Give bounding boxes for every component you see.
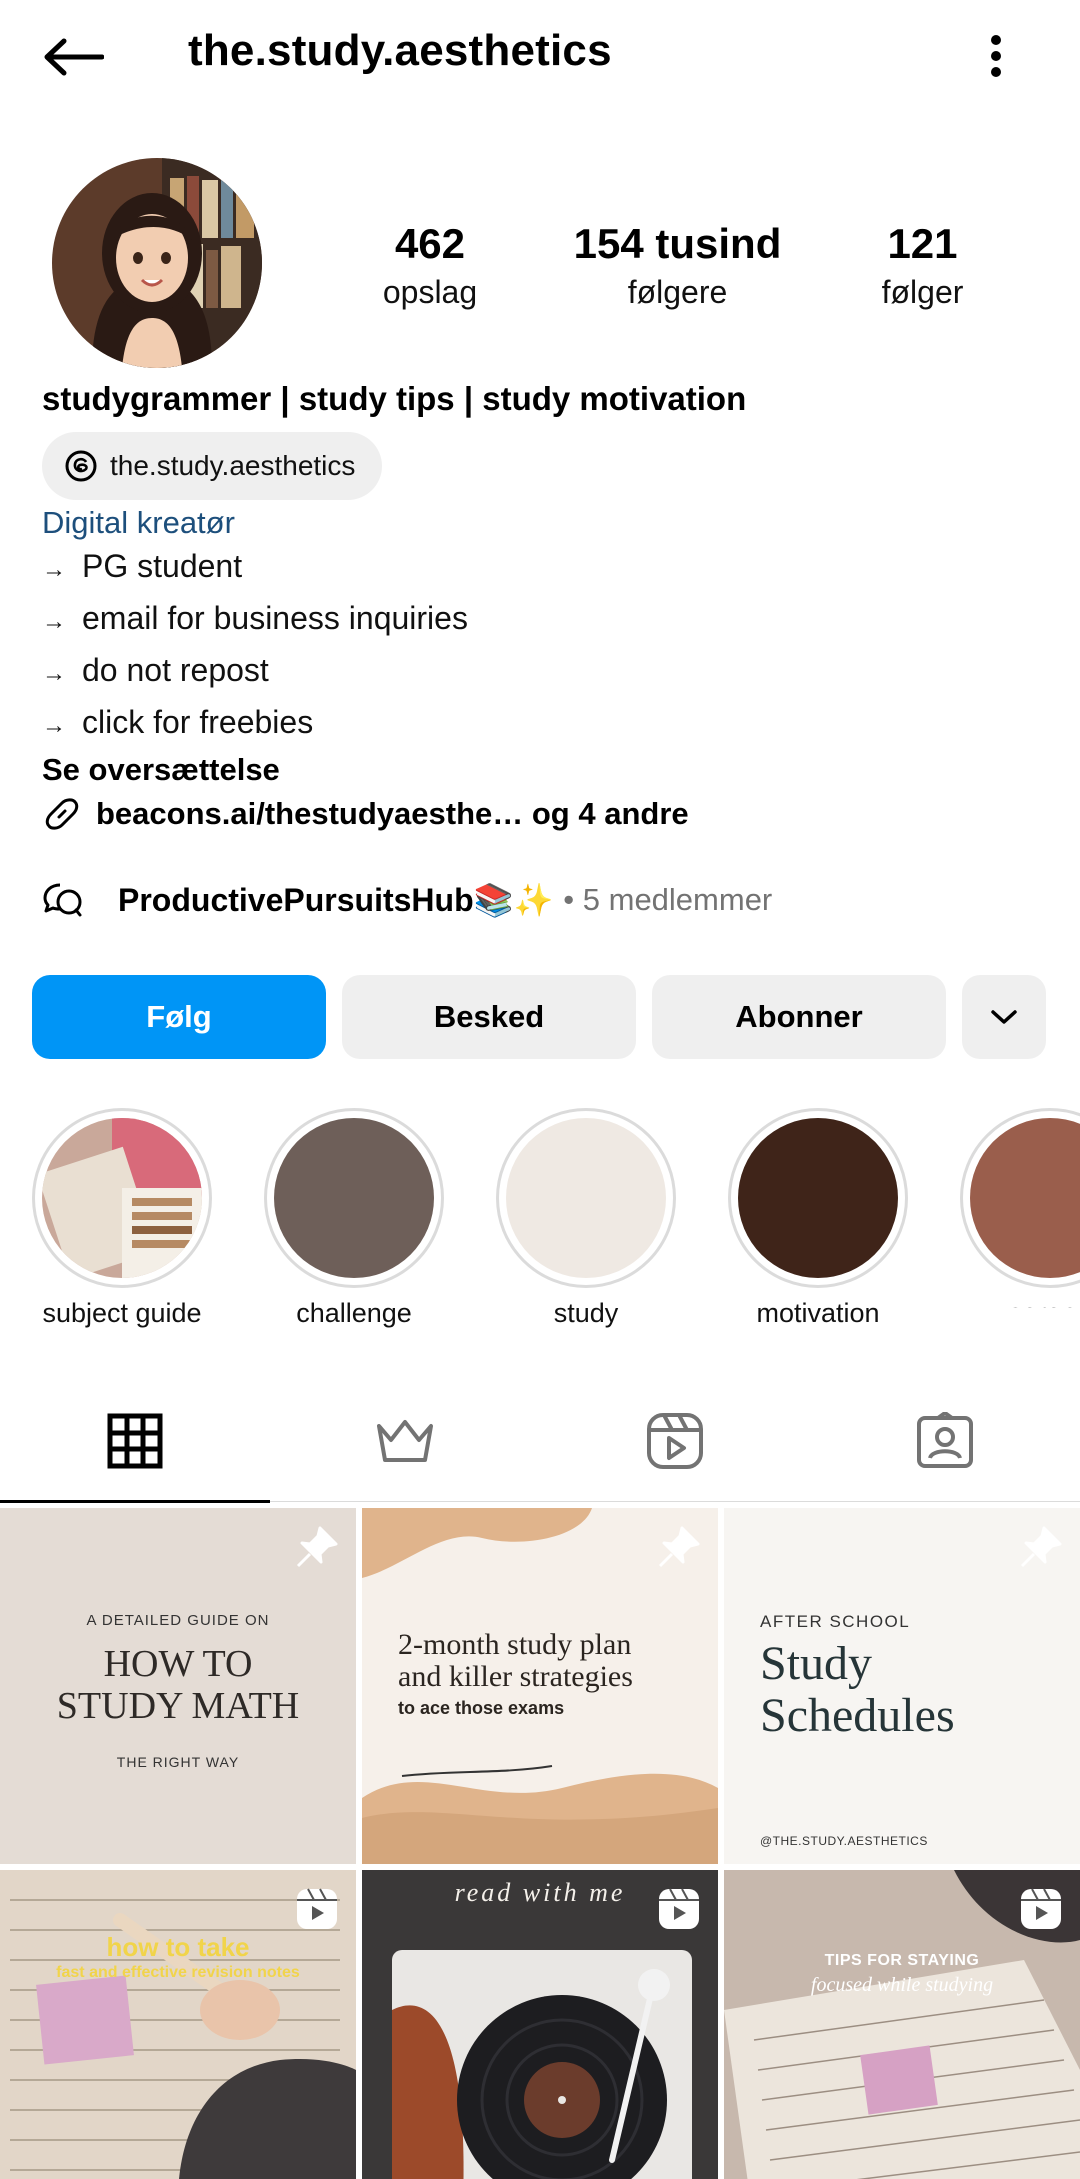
link-icon (45, 798, 79, 830)
bio-line-text: do not repost (82, 652, 269, 688)
pinned-icon (296, 1526, 338, 1568)
bio-line-text: click for freebies (82, 704, 314, 740)
post-title: 2-month study plan (398, 1628, 632, 1661)
highlight-challenge[interactable]: challenge (264, 1108, 444, 1329)
tab-tagged[interactable] (810, 1380, 1080, 1502)
post-title: and killer strategies (398, 1660, 633, 1693)
tab-reels[interactable] (540, 1380, 810, 1502)
reel-icon (1021, 1888, 1061, 1929)
followers-stat[interactable]: 154 tusind følgere (565, 218, 790, 314)
post-title: HOW TO (103, 1643, 253, 1685)
followers-count: 154 tusind (573, 220, 782, 267)
highlight-label: serene (960, 1298, 1080, 1308)
bio-arrow: → (42, 660, 66, 687)
post-tile[interactable]: 2-month study plan and killer strategies… (362, 1508, 718, 1864)
pinned-icon (658, 1526, 700, 1568)
active-tab-indicator (0, 1500, 270, 1503)
see-translation-link[interactable]: Se oversættelse (42, 752, 280, 788)
reel-icon (297, 1888, 337, 1929)
highlight-motivation[interactable]: motivation (728, 1108, 908, 1329)
bio-line: → click for freebies (42, 704, 313, 741)
post-tile[interactable]: A DETAILED GUIDE ON HOW TO STUDY MATH TH… (0, 1508, 356, 1864)
message-button[interactable]: Besked (342, 975, 636, 1059)
post-subtitle: focused while studying (810, 1974, 994, 1996)
bio-line: → PG student (42, 548, 242, 585)
broadcast-channel[interactable]: ProductivePursuitsHub📚✨ • 5 medlemmer (42, 876, 772, 924)
following-stat[interactable]: 121 følger (860, 218, 985, 314)
highlight-serene[interactable]: serene (960, 1108, 1080, 1308)
back-arrow-icon[interactable] (38, 28, 108, 86)
bio-line: → email for business inquiries (42, 600, 468, 637)
following-label: følger (881, 274, 964, 310)
highlight-label: motivation (756, 1298, 880, 1328)
bio-link[interactable]: beacons.ai/thestudyaesthe… og 4 andre (42, 792, 689, 836)
bio-line-text: PG student (82, 548, 243, 584)
suggested-accounts-button[interactable] (962, 975, 1046, 1059)
post-footer: THE RIGHT WAY (116, 1754, 240, 1770)
channel-name: ProductivePursuitsHub📚✨ (118, 882, 554, 918)
tab-subscriber-content[interactable] (270, 1380, 540, 1502)
more-options-icon[interactable] (975, 28, 1017, 84)
follow-button[interactable]: Følg (32, 975, 326, 1059)
bio-arrow: → (42, 712, 66, 739)
post-kicker: AFTER SCHOOL (760, 1612, 911, 1631)
channel-members: • 5 medlemmer (563, 882, 773, 917)
post-tile[interactable]: how to take fast and effective revision … (0, 1870, 356, 2179)
profile-tabs (0, 1380, 1080, 1503)
channel-chat-icon (43, 883, 82, 917)
post-subtitle: to ace those exams (398, 1698, 565, 1718)
chevron-down-icon (991, 1010, 1017, 1024)
profile-avatar[interactable] (52, 158, 262, 368)
posts-stat[interactable]: 462 opslag (370, 218, 490, 314)
subscribe-button[interactable]: Abonner (652, 975, 946, 1059)
tagged-icon (917, 1412, 973, 1468)
post-tile[interactable]: TIPS FOR STAYING focused while studying (724, 1870, 1080, 2179)
highlight-cover (274, 1118, 434, 1278)
tab-posts[interactable] (0, 1380, 270, 1503)
post-tile[interactable]: read with me (362, 1870, 718, 2179)
highlight-subject-guide[interactable]: subject guide (32, 1108, 212, 1329)
highlight-label: study (553, 1298, 619, 1328)
highlight-cover (42, 1118, 202, 1278)
highlight-cover (738, 1118, 898, 1278)
highlight-label: challenge (296, 1298, 412, 1328)
pinned-icon (1020, 1526, 1062, 1568)
followers-label: følgere (627, 274, 728, 310)
post-tile[interactable]: AFTER SCHOOL Study Schedules @THE.STUDY.… (724, 1508, 1080, 1864)
post-title: how to take (106, 1932, 250, 1962)
profile-display-name: studygrammer | study tips | study motiva… (42, 380, 747, 417)
top-bar: the.study.aesthetics (0, 0, 1080, 112)
post-title: STUDY MATH (56, 1685, 300, 1727)
bio-arrow: → (42, 556, 66, 583)
profile-username: the.study.aesthetics (188, 26, 612, 75)
post-subtitle: fast and effective revision notes (56, 1964, 300, 1981)
highlight-study[interactable]: study (496, 1108, 676, 1329)
profile-category: Digital kreatør (42, 505, 235, 540)
posts-label: opslag (382, 274, 478, 310)
post-kicker: A DETAILED GUIDE ON (86, 1612, 270, 1629)
threads-icon (65, 450, 97, 482)
subscriber-crown-icon (377, 1420, 433, 1462)
post-handle: @THE.STUDY.AESTHETICS (760, 1834, 928, 1848)
posts-count: 462 (394, 220, 466, 267)
reels-icon (647, 1413, 703, 1469)
following-count: 121 (887, 220, 958, 267)
threads-badge[interactable]: the.study.aesthetics (42, 432, 382, 500)
post-title: Schedules (760, 1689, 955, 1742)
post-title: TIPS FOR STAYING (824, 1952, 980, 1969)
threads-handle: the.study.aesthetics (110, 450, 356, 481)
highlight-cover (970, 1118, 1080, 1278)
highlight-cover (506, 1118, 666, 1278)
posts-grid-icon (107, 1413, 163, 1469)
bio-line: → do not repost (42, 652, 269, 689)
highlight-label: subject guide (42, 1298, 202, 1328)
post-title: Study (760, 1637, 873, 1690)
bio-link-text: beacons.ai/thestudyaesthe… og 4 andre (96, 796, 689, 831)
bio-line-text: email for business inquiries (82, 600, 468, 636)
bio-arrow: → (42, 608, 66, 635)
post-title: read with me (454, 1878, 626, 1907)
